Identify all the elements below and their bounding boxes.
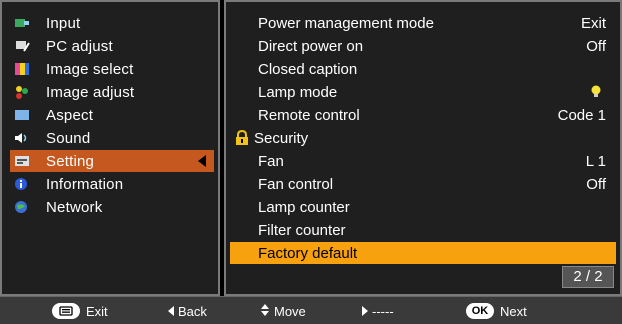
setting-label: Fan control <box>258 175 334 193</box>
ok-next-hint[interactable]: OK Next <box>466 301 527 321</box>
setting-power-management-mode[interactable]: Power management mode Exit <box>230 12 616 34</box>
setting-label: Factory default <box>258 244 358 262</box>
next-dash-hint: ----- <box>362 301 394 321</box>
page-indicator: 2 / 2 <box>562 266 614 288</box>
setting-lamp-counter[interactable]: Lamp counter <box>230 196 616 218</box>
menu-item-label: Setting <box>46 152 95 170</box>
help-bar: Exit Back Move ----- OK Next <box>0 296 622 324</box>
lock-icon <box>234 129 250 146</box>
menu-item-setting[interactable]: Setting <box>10 150 214 172</box>
setting-remote-control[interactable]: Remote control Code 1 <box>230 104 616 126</box>
next-label: Next <box>500 303 527 319</box>
menu-item-label: Network <box>46 198 103 216</box>
menu-item-pc-adjust[interactable]: PC adjust <box>10 35 214 57</box>
menu-item-network[interactable]: Network <box>10 196 214 218</box>
image-select-icon <box>14 62 30 76</box>
setting-filter-counter[interactable]: Filter counter <box>230 219 616 241</box>
menu-item-input[interactable]: Input <box>10 12 214 34</box>
menu-item-label: PC adjust <box>46 37 113 55</box>
setting-label: Fan <box>258 152 284 170</box>
menu-item-sound[interactable]: Sound <box>10 127 214 149</box>
setting-label: Closed caption <box>258 60 358 78</box>
menu-item-aspect[interactable]: Aspect <box>10 104 214 126</box>
setting-value: L 1 <box>585 152 606 170</box>
menu-item-label: Input <box>46 14 81 32</box>
image-adjust-icon <box>14 85 30 99</box>
settings-submenu-panel: Power management mode Exit Direct power … <box>224 0 622 296</box>
up-down-arrow-icon <box>260 303 270 320</box>
setting-icon <box>14 154 30 168</box>
selected-arrow-icon <box>198 155 206 167</box>
menu-item-image-adjust[interactable]: Image adjust <box>10 81 214 103</box>
menu-item-label: Image select <box>46 60 134 78</box>
setting-label: Filter counter <box>258 221 346 239</box>
setting-label: Lamp counter <box>258 198 350 216</box>
exit-label: Exit <box>86 303 108 319</box>
setting-value: Off <box>586 175 606 193</box>
setting-label: Direct power on <box>258 37 364 55</box>
menu-button-icon <box>52 303 80 319</box>
back-label: Back <box>178 303 207 319</box>
move-label: Move <box>274 303 306 319</box>
setting-factory-default[interactable]: Factory default <box>230 242 616 264</box>
setting-fan[interactable]: Fan L 1 <box>230 150 616 172</box>
main-menu-panel: Input PC adjust Image select Image adjus… <box>0 0 220 296</box>
setting-closed-caption[interactable]: Closed caption <box>230 58 616 80</box>
projector-osd: Input PC adjust Image select Image adjus… <box>0 0 622 324</box>
exit-hint[interactable]: Exit <box>52 301 108 321</box>
setting-value: Code 1 <box>557 106 606 124</box>
menu-item-information[interactable]: Information <box>10 173 214 195</box>
network-icon <box>14 200 30 214</box>
setting-label: Lamp mode <box>258 83 338 101</box>
setting-lamp-mode[interactable]: Lamp mode <box>230 81 616 103</box>
setting-label: Power management mode <box>258 14 434 32</box>
move-hint[interactable]: Move <box>260 301 306 321</box>
setting-direct-power-on[interactable]: Direct power on Off <box>230 35 616 57</box>
right-arrow-icon <box>362 306 368 316</box>
menu-item-label: Image adjust <box>46 83 135 101</box>
setting-label: Security <box>254 129 309 147</box>
ok-button-icon: OK <box>466 303 494 319</box>
menu-item-label: Sound <box>46 129 91 147</box>
pc-adjust-icon <box>14 39 30 53</box>
setting-label: Remote control <box>258 106 360 124</box>
back-hint[interactable]: Back <box>168 301 207 321</box>
menu-item-label: Aspect <box>46 106 94 124</box>
input-icon <box>14 16 30 30</box>
setting-value: Exit <box>580 14 606 32</box>
lamp-bulb-icon <box>590 85 602 103</box>
info-icon <box>14 177 30 191</box>
left-arrow-icon <box>168 306 174 316</box>
speaker-icon <box>14 131 30 145</box>
menu-item-label: Information <box>46 175 124 193</box>
next-dash-label: ----- <box>372 303 394 319</box>
setting-security[interactable]: Security <box>230 127 616 149</box>
setting-value: Off <box>586 37 606 55</box>
menu-item-image-select[interactable]: Image select <box>10 58 214 80</box>
setting-fan-control[interactable]: Fan control Off <box>230 173 616 195</box>
aspect-icon <box>14 108 30 122</box>
